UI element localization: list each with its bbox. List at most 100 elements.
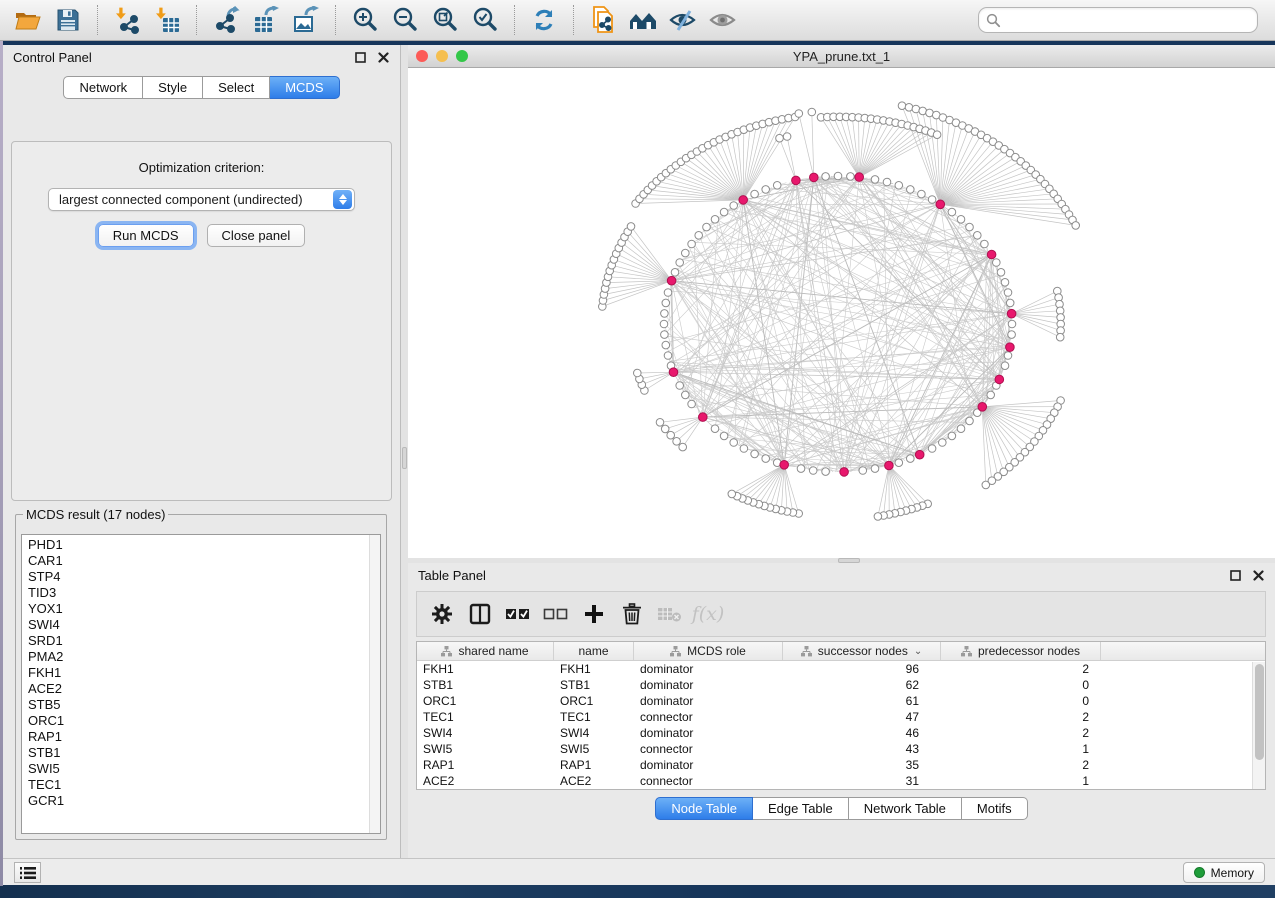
close-panel-icon[interactable]: [1251, 568, 1265, 582]
cell-MCDS-role: connector: [634, 710, 783, 724]
hide-selected-eye-icon[interactable]: [666, 3, 700, 37]
zoom-in-icon[interactable]: [348, 3, 382, 37]
column-header-name[interactable]: name: [554, 642, 634, 660]
table-row[interactable]: STB1STB1dominator620: [417, 677, 1265, 693]
cell-successor-nodes: 46: [783, 726, 941, 740]
zoom-out-icon[interactable]: [388, 3, 422, 37]
tab-mcds[interactable]: MCDS: [270, 76, 339, 99]
zoom-fit-icon[interactable]: [428, 3, 462, 37]
table-settings-gear-icon[interactable]: [429, 601, 455, 627]
first-neighbors-icon[interactable]: [626, 3, 660, 37]
main-toolbar: [0, 0, 1275, 41]
tab-node-table[interactable]: Node Table: [655, 797, 753, 820]
close-panel-button[interactable]: Close panel: [207, 224, 306, 247]
toolbar-separator: [514, 5, 515, 35]
select-all-columns-icon[interactable]: [505, 601, 531, 627]
import-network-icon[interactable]: [110, 3, 144, 37]
control-panel-header: Control Panel: [3, 45, 400, 69]
tab-style[interactable]: Style: [143, 76, 203, 99]
column-header-shared-name[interactable]: shared name: [417, 642, 554, 660]
mcds-result-item[interactable]: GCR1: [28, 793, 380, 809]
column-header-successor-nodes[interactable]: successor nodes⌄: [783, 642, 941, 660]
network-graph[interactable]: [408, 68, 1275, 558]
cell-predecessor-nodes: 2: [941, 726, 1101, 740]
mcds-result-item[interactable]: SRD1: [28, 633, 380, 649]
vertical-splitter[interactable]: [401, 45, 408, 858]
table-row[interactable]: RAP1RAP1dominator352: [417, 757, 1265, 773]
status-bar: Memory: [3, 858, 1275, 885]
table-row[interactable]: SWI4SWI4dominator462: [417, 725, 1265, 741]
network-window-titlebar: YPA_prune.txt_1: [408, 45, 1275, 68]
open-file-icon[interactable]: [11, 3, 45, 37]
table-row[interactable]: ACE2ACE2connector311: [417, 773, 1265, 789]
search-box[interactable]: [978, 7, 1258, 33]
cell-shared-name: STB1: [417, 678, 554, 692]
table-row[interactable]: SWI5SWI5connector431: [417, 741, 1265, 757]
table-body: FKH1FKH1dominator962STB1STB1dominator620…: [417, 661, 1265, 790]
column-header-predecessor-nodes[interactable]: predecessor nodes: [941, 642, 1101, 660]
task-history-button[interactable]: [14, 862, 41, 883]
save-session-icon[interactable]: [51, 3, 85, 37]
tab-edge-table[interactable]: Edge Table: [753, 797, 849, 820]
mcds-result-item[interactable]: SWI5: [28, 761, 380, 777]
show-hidden-eye-icon[interactable]: [706, 3, 740, 37]
mcds-result-item[interactable]: PMA2: [28, 649, 380, 665]
float-panel-icon[interactable]: [1228, 568, 1242, 582]
cell-name: SWI5: [554, 742, 634, 756]
delete-column-trash-icon[interactable]: [619, 601, 645, 627]
mcds-result-item[interactable]: STB5: [28, 697, 380, 713]
cell-shared-name: TEC1: [417, 710, 554, 724]
mcds-result-item[interactable]: TEC1: [28, 777, 380, 793]
tab-motifs[interactable]: Motifs: [962, 797, 1028, 820]
application-window: Control Panel NetworkStyleSelectMCDS Opt…: [0, 0, 1275, 898]
cell-predecessor-nodes: 0: [941, 694, 1101, 708]
mcds-result-item[interactable]: FKH1: [28, 665, 380, 681]
refresh-icon[interactable]: [527, 3, 561, 37]
cell-MCDS-role: dominator: [634, 678, 783, 692]
tab-select[interactable]: Select: [203, 76, 270, 99]
mcds-result-item[interactable]: RAP1: [28, 729, 380, 745]
export-table-icon[interactable]: [249, 3, 283, 37]
mcds-result-item[interactable]: TID3: [28, 585, 380, 601]
table-scrollbar-thumb[interactable]: [1255, 664, 1264, 760]
mcds-result-item[interactable]: CAR1: [28, 553, 380, 569]
mcds-result-item[interactable]: STP4: [28, 569, 380, 585]
column-view-icon[interactable]: [467, 601, 493, 627]
mcds-result-item[interactable]: YOX1: [28, 601, 380, 617]
cell-MCDS-role: connector: [634, 742, 783, 756]
mcds-result-item[interactable]: SWI4: [28, 617, 380, 633]
tab-network-table[interactable]: Network Table: [849, 797, 962, 820]
mcds-panel: Optimization criterion: largest connecte…: [11, 141, 392, 501]
mcds-result-list[interactable]: PHD1CAR1STP4TID3YOX1SWI4SRD1PMA2FKH1ACE2…: [21, 534, 381, 834]
table-row[interactable]: ORC1ORC1dominator610: [417, 693, 1265, 709]
export-network-icon[interactable]: [209, 3, 243, 37]
mcds-result-item[interactable]: ACE2: [28, 681, 380, 697]
unselect-all-columns-icon[interactable]: [543, 601, 569, 627]
create-column-plus-icon[interactable]: [581, 601, 607, 627]
search-input[interactable]: [1001, 10, 1257, 30]
float-panel-icon[interactable]: [353, 50, 367, 64]
mcds-list-scrollbar[interactable]: [369, 535, 380, 833]
table-row[interactable]: FKH1FKH1dominator962: [417, 661, 1265, 677]
close-panel-icon[interactable]: [376, 50, 390, 64]
run-mcds-button[interactable]: Run MCDS: [98, 224, 194, 247]
export-image-icon[interactable]: [289, 3, 323, 37]
import-table-icon[interactable]: [150, 3, 184, 37]
tab-network[interactable]: Network: [63, 76, 143, 99]
duplicate-network-icon[interactable]: [586, 3, 620, 37]
splitter-grip[interactable]: [402, 447, 407, 469]
zoom-selected-icon[interactable]: [468, 3, 502, 37]
column-header-MCDS-role[interactable]: MCDS role: [634, 642, 783, 660]
network-canvas[interactable]: [408, 68, 1275, 558]
mcds-result-item[interactable]: ORC1: [28, 713, 380, 729]
table-row[interactable]: TEC1TEC1connector472: [417, 709, 1265, 725]
control-panel-title: Control Panel: [13, 50, 92, 65]
criterion-dropdown[interactable]: largest connected component (undirected): [48, 188, 355, 211]
table-scrollbar[interactable]: [1252, 662, 1265, 789]
criterion-selected-value: largest connected component (undirected): [49, 192, 333, 207]
list-icon: [20, 866, 36, 880]
mcds-result-item[interactable]: PHD1: [28, 537, 380, 553]
mcds-result-item[interactable]: STB1: [28, 745, 380, 761]
memory-button[interactable]: Memory: [1183, 862, 1265, 883]
cell-shared-name: RAP1: [417, 758, 554, 772]
